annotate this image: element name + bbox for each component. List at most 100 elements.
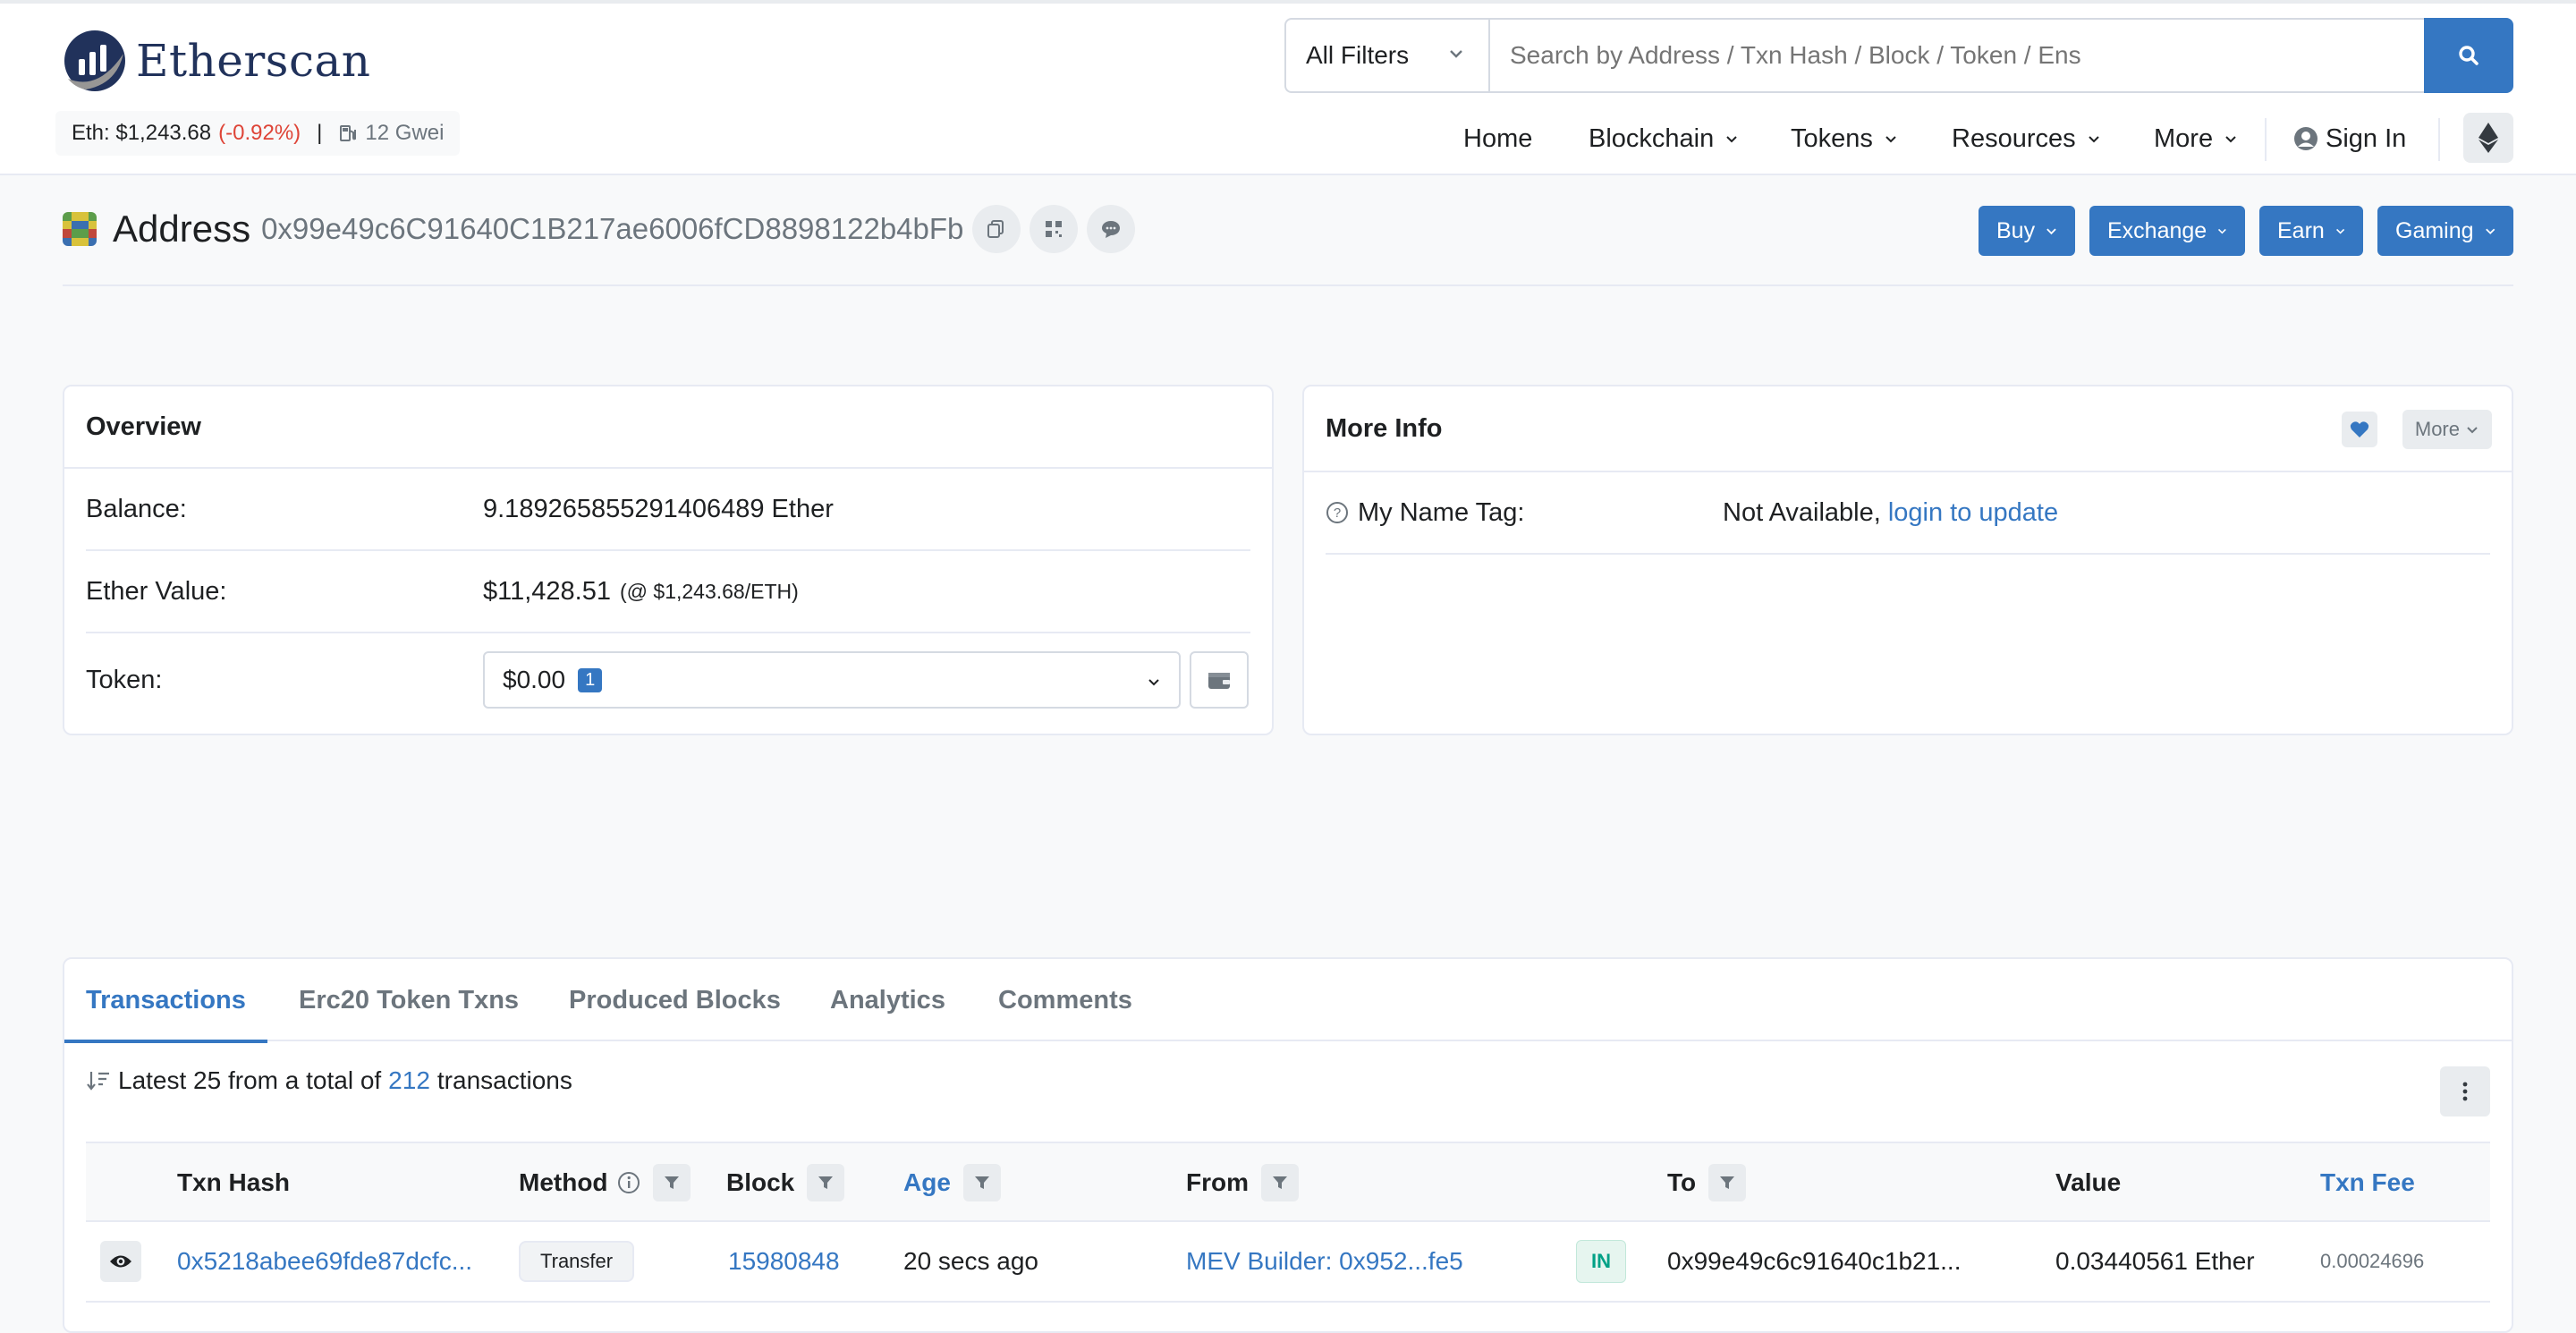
nav-blockchain-label: Blockchain	[1589, 123, 1715, 153]
name-tag-label: My Name Tag:	[1358, 497, 1525, 527]
block-filter-button[interactable]	[807, 1164, 845, 1201]
address-title: Address 0x99e49c6C91640C1B217ae6006fCD88…	[63, 202, 1136, 256]
table-row: 0x5218abee69fde87dcfc... Transfer 159808…	[86, 1222, 2490, 1303]
row-direction: IN	[1576, 1222, 1626, 1301]
search-button[interactable]	[2424, 18, 2513, 93]
th-txn-hash: Txn Hash	[177, 1168, 291, 1196]
method-filter-button[interactable]	[652, 1164, 691, 1201]
gas-price-value: 12 Gwei	[365, 121, 445, 145]
tab-analytics[interactable]: Analytics	[830, 959, 945, 1041]
row-txn-hash: 0x5218abee69fde87dcfc...	[177, 1222, 472, 1301]
tab-produced-blocks[interactable]: Produced Blocks	[569, 959, 781, 1041]
buy-button[interactable]: Buy	[1979, 206, 2075, 256]
eth-price-bar: Eth: $1,243.68 (-0.92%) | 12 Gwei	[55, 111, 461, 156]
more-dropdown-label: More	[2414, 418, 2460, 440]
nav-resources[interactable]: Resources	[1952, 107, 2101, 170]
address-avatar	[63, 212, 97, 246]
gas-pump-icon	[340, 125, 357, 141]
login-to-update-link[interactable]: login to update	[1888, 498, 2058, 528]
etherscan-logo[interactable]: Etherscan	[63, 27, 370, 95]
buy-label: Buy	[1996, 217, 2036, 243]
age-filter-button[interactable]	[962, 1164, 1001, 1201]
method-badge: Transfer	[519, 1241, 635, 1282]
txn-options-button[interactable]	[2440, 1066, 2490, 1116]
token-holdings-dropdown[interactable]: $0.00 1	[483, 651, 1181, 709]
chevron-down-icon	[1148, 679, 1159, 686]
from-address-link[interactable]: MEV Builder: 0x952...fe5	[1186, 1247, 1463, 1276]
nav-home[interactable]: Home	[1463, 107, 1532, 170]
chevron-down-icon	[1450, 50, 1462, 58]
token-wallet-button[interactable]	[1190, 651, 1249, 709]
chevron-down-icon	[2467, 427, 2478, 434]
nav-more[interactable]: More	[2154, 107, 2238, 170]
preview-button[interactable]	[100, 1241, 141, 1282]
more-vertical-icon	[2462, 1082, 2468, 1101]
nav-home-label: Home	[1463, 123, 1533, 153]
filter-icon	[974, 1176, 989, 1189]
balance-row: Balance: 9.189265855291406489 Ether	[86, 469, 1250, 551]
ethereum-icon	[2479, 123, 2498, 153]
earn-button[interactable]: Earn	[2259, 206, 2363, 256]
txn-hash-link[interactable]: 0x5218abee69fde87dcfc...	[177, 1247, 472, 1276]
filter-icon	[818, 1176, 834, 1189]
tab-transactions[interactable]: Transactions	[64, 959, 267, 1043]
to-filter-button[interactable]	[1708, 1164, 1747, 1201]
nav-resources-label: Resources	[1952, 123, 2076, 153]
chevron-down-icon	[2218, 228, 2227, 234]
watchlist-button[interactable]	[2342, 412, 2377, 447]
row-to: 0x99e49c6c91640c1b21...	[1667, 1247, 1962, 1275]
th-txn-fee[interactable]: Txn Fee	[2320, 1143, 2415, 1222]
eth-price-change: (-0.92%)	[218, 121, 301, 145]
tab-erc20-token-txns[interactable]: Erc20 Token Txns	[299, 959, 519, 1041]
row-age: 20 secs ago	[903, 1247, 1038, 1275]
nav-more-label: More	[2154, 123, 2214, 153]
user-circle-icon	[2294, 127, 2318, 150]
etherscan-logo-icon	[64, 30, 125, 91]
chevron-down-icon	[2485, 228, 2495, 234]
txn-summary: Latest 25 from a total of 212 transactio…	[86, 1066, 572, 1095]
row-from: MEV Builder: 0x952...fe5	[1186, 1222, 1463, 1301]
brand-name: Etherscan	[136, 35, 371, 87]
ether-rate: (@ $1,243.68/ETH)	[620, 579, 799, 603]
search-filter-select[interactable]: All Filters	[1284, 18, 1488, 93]
qr-code-button[interactable]	[1030, 205, 1079, 253]
chevron-down-icon	[2088, 136, 2099, 143]
balance-label: Balance:	[86, 494, 187, 523]
name-tag-value: Not Available,	[1723, 497, 1881, 527]
th-block-label: Block	[726, 1168, 795, 1196]
gaming-button[interactable]: Gaming	[2377, 206, 2513, 256]
comment-button[interactable]	[1087, 205, 1136, 253]
chevron-down-icon	[2225, 136, 2236, 143]
sign-in-label: Sign In	[2326, 123, 2407, 153]
earn-label: Earn	[2277, 217, 2325, 243]
page-title: Address	[113, 208, 251, 250]
from-filter-button[interactable]	[1261, 1164, 1299, 1201]
direction-badge: IN	[1576, 1240, 1626, 1283]
name-tag-row: ? My Name Tag: Not Available, login to u…	[1326, 472, 2490, 555]
eth-price[interactable]: Eth: $1,243.68	[72, 121, 211, 146]
search-input[interactable]	[1488, 18, 2426, 93]
th-age[interactable]: Age	[903, 1143, 1001, 1222]
more-dropdown-button[interactable]: More	[2402, 410, 2492, 449]
txn-summary-prefix: Latest 25 from a total of	[118, 1066, 382, 1094]
info-icon[interactable]	[617, 1171, 640, 1194]
gas-price[interactable]: 12 Gwei	[338, 121, 444, 146]
exchange-button[interactable]: Exchange	[2089, 206, 2245, 256]
tab-comments[interactable]: Comments	[998, 959, 1132, 1041]
token-label: Token:	[86, 665, 163, 694]
sign-in-link[interactable]: Sign In	[2293, 107, 2406, 170]
ether-value: $11,428.51	[483, 576, 611, 606]
balance-value: 9.189265855291406489 Ether	[483, 494, 834, 523]
txn-total-link[interactable]: 212	[388, 1066, 430, 1095]
nav-blockchain[interactable]: Blockchain	[1589, 107, 1739, 170]
network-switch-button[interactable]	[2463, 113, 2513, 163]
th-to: To	[1667, 1143, 1747, 1222]
nav-tokens[interactable]: Tokens	[1791, 107, 1898, 170]
th-value: Value	[2055, 1168, 2122, 1196]
gaming-label: Gaming	[2395, 217, 2474, 243]
nav-divider	[2265, 118, 2267, 161]
copy-address-button[interactable]	[972, 205, 1021, 253]
search-icon	[2459, 46, 2479, 65]
token-count-badge: 1	[578, 667, 603, 692]
block-link[interactable]: 15980848	[728, 1247, 840, 1276]
